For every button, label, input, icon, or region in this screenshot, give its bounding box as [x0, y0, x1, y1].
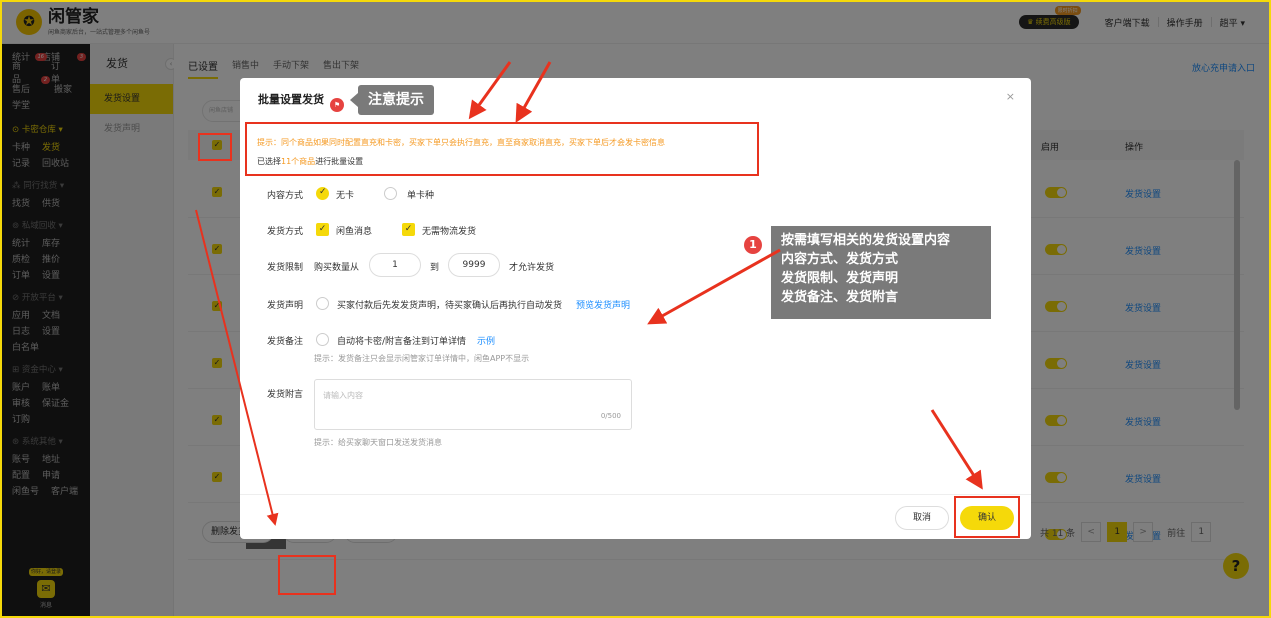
instruction-callout: 按需填写相关的发货设置内容 内容方式、发货方式 发货限制、发货声明 发货备注、发… — [771, 226, 991, 319]
flag-icon: ⚑ — [330, 98, 344, 112]
remark-radio[interactable] — [316, 333, 329, 346]
ship-declare-label: 发货声明 — [267, 301, 304, 311]
remark-example-link[interactable]: 示例 — [477, 334, 495, 347]
attach-char-count: 0/500 — [600, 412, 621, 420]
ship-msg-label: 闲鱼消息 — [336, 227, 373, 237]
ship-attach-label: 发货附言 — [267, 390, 304, 400]
close-icon[interactable]: × — [1006, 90, 1015, 103]
limit-prefix: 购买数量从 — [314, 263, 360, 273]
select-all-highlight — [198, 133, 232, 161]
app-root: ✪ 闲管家 闲鱼商家后台，一站式管理多个闲鱼号 ♛ 续费高级版 限时折扣 客户端… — [0, 0, 1271, 618]
set-ship-highlight — [278, 555, 336, 595]
content-none-label: 无卡 — [336, 191, 355, 201]
preview-declare-link[interactable]: 预览发货声明 — [576, 298, 630, 311]
ship-method-label: 发货方式 — [267, 227, 304, 237]
ship-limit-label: 发货限制 — [267, 263, 304, 273]
dialog-title: 批量设置发货 — [258, 93, 324, 106]
ship-nologistics-label: 无需物流发货 — [422, 227, 477, 237]
content-none-radio[interactable] — [316, 187, 329, 200]
remark-hint: 提示：发货备注只会显示闲管家订单详情中，闲鱼APP不显示 — [314, 354, 530, 363]
confirm-button[interactable]: 确认 — [960, 506, 1014, 530]
limit-to: 到 — [430, 263, 440, 273]
limit-suffix: 才允许发货 — [509, 263, 555, 273]
attach-placeholder: 请输入内容 — [323, 391, 363, 400]
content-method-label: 内容方式 — [267, 191, 304, 201]
limit-max-input[interactable]: 9999 — [448, 253, 500, 277]
attach-textarea[interactable]: 请输入内容 0/500 — [314, 379, 632, 430]
declare-radio[interactable] — [316, 297, 329, 310]
step-badge: 1 — [744, 236, 762, 254]
content-single-label: 单卡种 — [407, 191, 435, 201]
declare-text: 买家付款后先发发货声明，待买家确认后再执行自动发货 — [337, 301, 563, 311]
notice-callout: 注意提示 — [350, 85, 434, 115]
limit-min-input[interactable]: 1 — [369, 253, 421, 277]
tip-text: 提示：同个商品如果同时配置直充和卡密，买家下单只会执行直充，直至商家取消直充，买… — [257, 138, 665, 147]
content-single-radio[interactable] — [384, 187, 397, 200]
remark-text: 自动将卡密/附言备注到订单详情 — [337, 337, 467, 347]
ship-msg-checkbox[interactable]: ✓ — [316, 223, 329, 236]
selected-count-text: 已选择11个商品进行批量设置 — [257, 157, 364, 166]
dialog-footer-divider — [240, 494, 1031, 495]
ship-nologistics-checkbox[interactable]: ✓ — [402, 223, 415, 236]
ship-remark-label: 发货备注 — [267, 337, 304, 347]
tip-box: 提示：同个商品如果同时配置直充和卡密，买家下单只会执行直充，直至商家取消直充，买… — [245, 122, 759, 176]
attach-hint: 提示：给买家聊天窗口发送发货消息 — [314, 438, 442, 447]
cancel-button[interactable]: 取消 — [895, 506, 949, 530]
